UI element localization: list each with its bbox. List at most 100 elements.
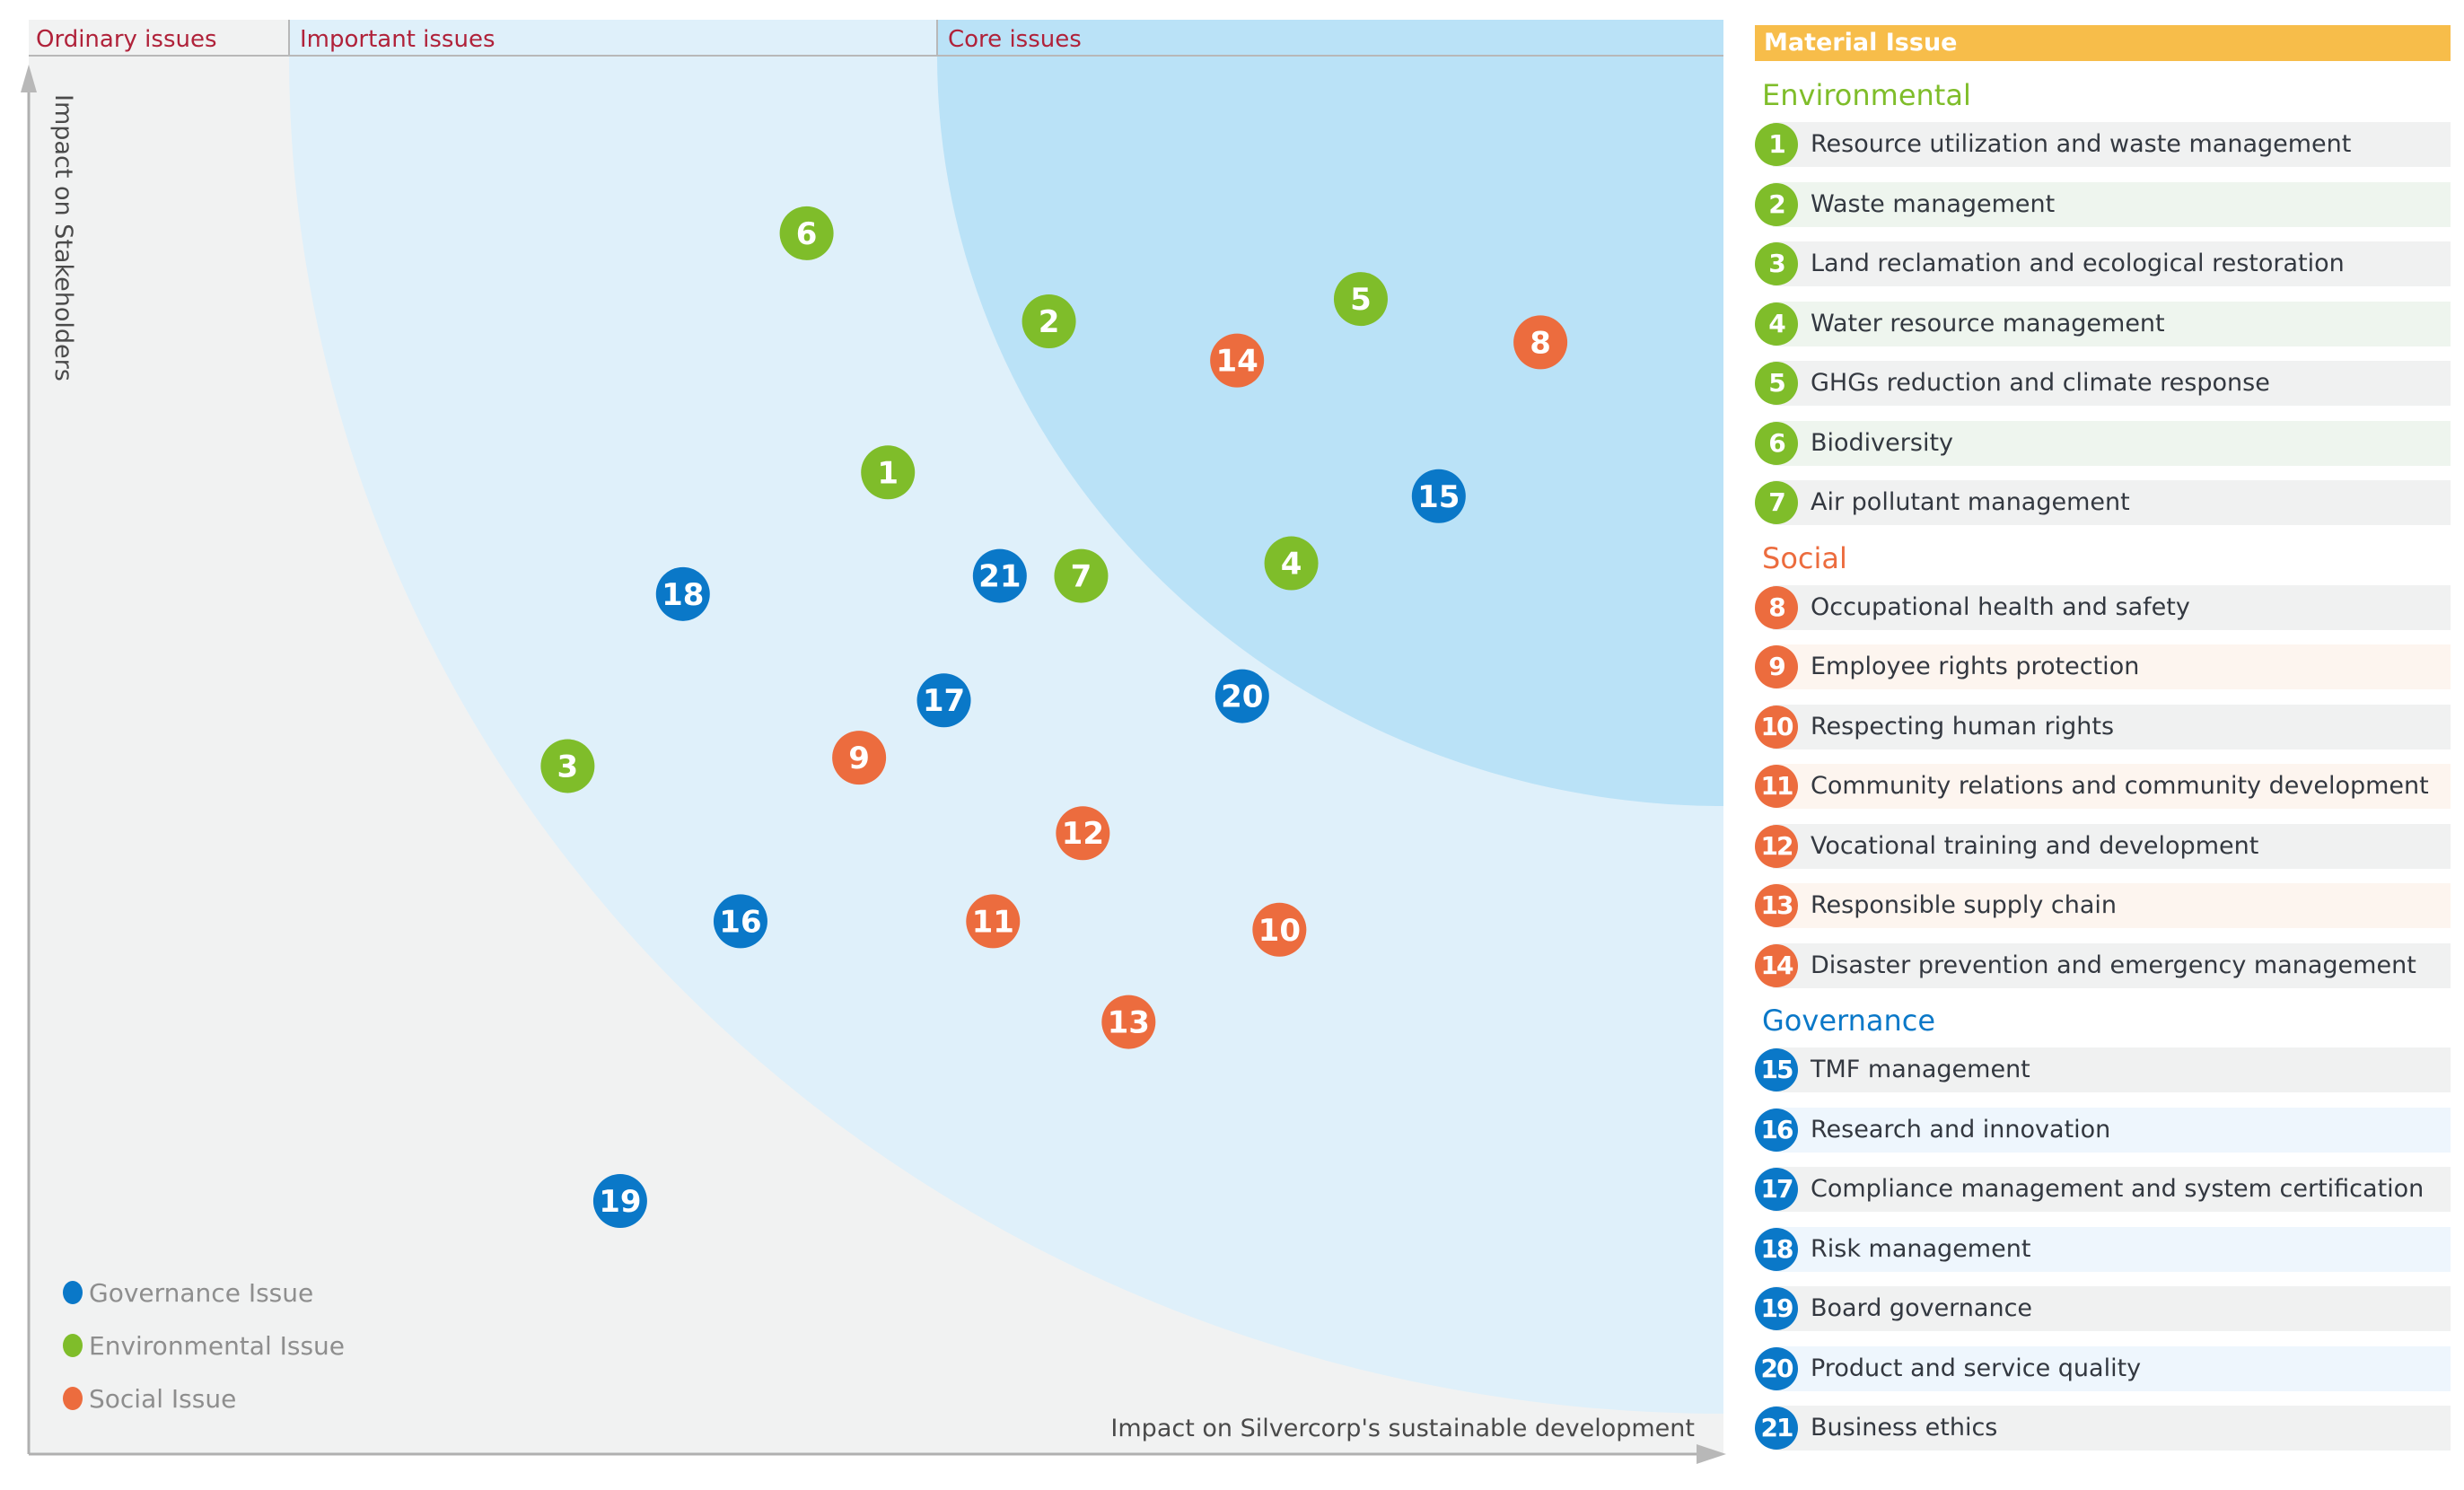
point-12: 12 [1056,806,1110,861]
issue-number-badge: 11 [1755,765,1798,808]
issue-list-item: 15 TMF management [1755,1047,2451,1092]
point-11: 11 [966,894,1021,949]
group-title-environmental: Environmental [1762,78,1971,112]
group-environmental: Environmental 1 Resource utilization and w… [1755,77,2451,525]
issue-label: Land reclamation and ecological restorat… [1811,250,2345,277]
panel-header: Material Issue [1755,25,2451,61]
issue-groups: Environmental 1 Resource utilization and w… [1755,77,2451,1451]
issue-number-badge: 12 [1755,824,1798,868]
point-9: 9 [832,731,887,785]
issue-label: TMF management [1811,1056,2030,1083]
point-2: 2 [1022,294,1076,349]
zone-label-core: Core issues [948,26,1082,53]
point-label-9: 9 [848,741,870,776]
issue-label: Product and service quality [1811,1354,2142,1382]
issue-list-item: 10 Respecting human rights [1755,704,2451,749]
materiality-matrix: Ordinary issues Important issues Core is… [21,20,1726,1464]
point-label-15: 15 [1417,479,1460,515]
point-label-4: 4 [1281,547,1302,583]
point-19: 19 [592,1174,647,1229]
point-18: 18 [655,566,710,621]
issue-list-item: 6 Biodiversity [1755,420,2451,466]
issue-label: Community relations and community develo… [1811,772,2429,800]
issue-label: Board governance [1811,1294,2033,1322]
issue-number-badge: 16 [1755,1108,1798,1152]
legend-label-social: Social Issue [89,1384,236,1414]
issue-number-badge: 9 [1755,645,1798,688]
issue-list-item: 20 Product and service quality [1755,1345,2451,1391]
issue-label: Vocational training and development [1811,831,2259,860]
point-label-14: 14 [1215,344,1258,380]
point-label-5: 5 [1350,282,1372,318]
issue-list-item: 19 Board governance [1755,1286,2451,1331]
point-label-18: 18 [662,577,704,613]
issue-list-item: 17 Compliance management and system certi… [1755,1167,2451,1212]
legend-dot-social [63,1387,83,1410]
point-label-2: 2 [1039,304,1060,340]
point-16: 16 [713,894,767,949]
group-social: Social 8 Occupational health and safety 9 Em… [1755,540,2451,988]
issue-label: Employee rights protection [1811,653,2140,680]
point-1: 1 [861,445,916,500]
point-10: 10 [1252,902,1307,957]
group-title-governance: Governance [1762,1004,1936,1038]
issue-number-badge: 2 [1755,182,1798,226]
issue-label: Biodiversity [1811,428,1954,457]
issue-list-item: 2 Waste management [1755,181,2451,227]
issue-number-badge: 1 [1755,123,1798,166]
point-14: 14 [1210,333,1265,388]
issue-number-badge: 13 [1755,884,1798,927]
material-issue-panel: Material Issue Environmental 1 Resource ut… [1755,25,2451,1466]
point-label-17: 17 [923,683,965,719]
issue-number-badge: 4 [1755,302,1798,346]
point-label-21: 21 [978,559,1021,595]
issue-label: Waste management [1811,189,2056,218]
legend-label-governance: Governance Issue [89,1278,313,1308]
issue-list-item: 1 Resource utilization and waste manageme… [1755,122,2451,167]
issue-list-item: 4 Water resource management [1755,301,2451,346]
group-governance: Governance 15 TMF management 16 Research and… [1755,1003,2451,1451]
point-17: 17 [916,673,971,728]
issue-number-badge: 21 [1755,1407,1798,1450]
issue-number-badge: 6 [1755,421,1798,465]
issue-label: Compliance management and system certifi… [1811,1175,2425,1203]
issue-number-badge: 17 [1755,1168,1798,1211]
issue-label: Resource utilization and waste managemen… [1811,130,2352,158]
issue-label: GHGs reduction and climate response [1811,369,2270,397]
zone-label-ordinary: Ordinary issues [36,26,217,53]
issue-list-item: 5 GHGs reduction and climate response [1755,361,2451,406]
issue-number-badge: 10 [1755,705,1798,749]
issue-label: Air pollutant management [1811,488,2130,516]
legend-label-environmental: Environmental Issue [89,1331,345,1361]
issue-list-item: 21 Business ethics [1755,1406,2451,1451]
legend-dot-environmental [63,1334,83,1357]
point-13: 13 [1101,995,1156,1049]
issue-number-badge: 7 [1755,481,1798,524]
issue-number-badge: 15 [1755,1048,1798,1091]
y-axis-label: Impact on Stakeholders [49,94,77,381]
point-20: 20 [1214,669,1269,723]
issue-list-item: 9 Employee rights protection [1755,644,2451,689]
issue-label: Responsible supply chain [1811,891,2118,919]
issue-list-item: 8 Occupational health and safety [1755,584,2451,630]
point-label-19: 19 [599,1184,641,1220]
legend-dot-governance [63,1281,83,1304]
issue-list-item: 18 Risk management [1755,1226,2451,1272]
issue-label: Disaster prevention and emergency manage… [1811,951,2416,979]
issue-list-item: 16 Research and innovation [1755,1107,2451,1153]
point-21: 21 [972,548,1027,603]
point-label-6: 6 [796,216,818,252]
point-label-7: 7 [1071,559,1092,595]
issue-label: Research and innovation [1811,1115,2111,1144]
issue-label: Occupational health and safety [1811,592,2190,621]
x-axis-label: Impact on Silvercorp's sustainable devel… [1110,1415,1695,1442]
point-label-3: 3 [557,749,579,784]
issue-label: Water resource management [1811,309,2165,337]
issue-list-item: 13 Responsible supply chain [1755,883,2451,928]
issue-label: Risk management [1811,1234,2031,1263]
issue-number-badge: 20 [1755,1346,1798,1390]
issue-list-item: 11 Community relations and community deve… [1755,764,2451,809]
point-label-11: 11 [972,904,1014,940]
issue-list-item: 12 Vocational training and development [1755,823,2451,869]
point-7: 7 [1054,548,1109,603]
